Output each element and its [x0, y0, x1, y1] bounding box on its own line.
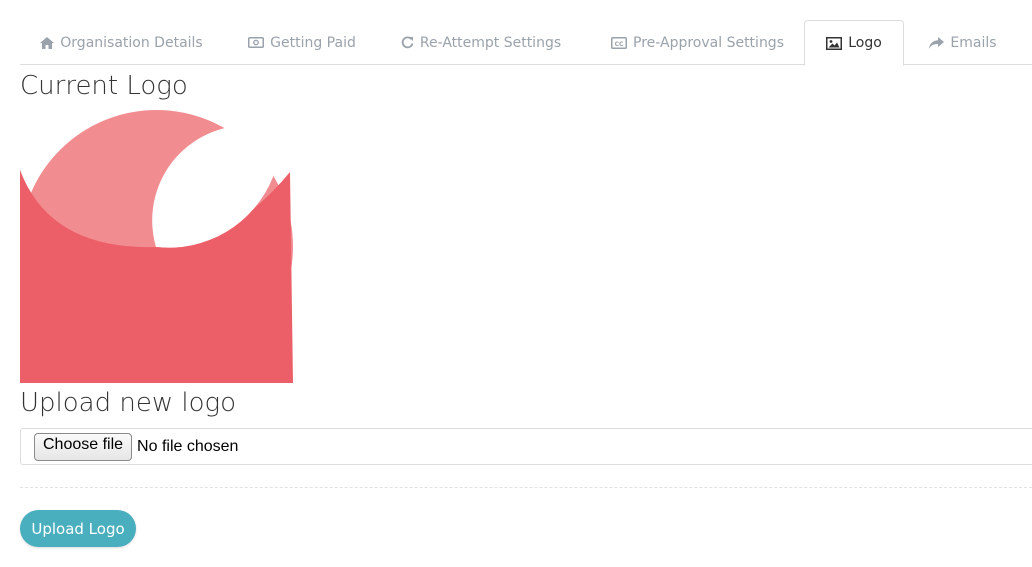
- tab-re-attempt-settings[interactable]: Re-Attempt Settings: [381, 20, 581, 65]
- tab-label: Logo: [848, 35, 882, 51]
- share-icon: [929, 36, 945, 49]
- credit-card-icon: CC: [611, 36, 627, 49]
- file-status-text: No file chosen: [137, 437, 239, 455]
- tab-emails[interactable]: Emails: [914, 20, 1012, 65]
- tab-pre-approval-settings[interactable]: CC Pre-Approval Settings: [591, 20, 804, 65]
- image-icon: [826, 36, 843, 50]
- file-input[interactable]: Choose file No file chosen: [20, 428, 1032, 465]
- upload-logo-button[interactable]: Upload Logo: [20, 510, 136, 547]
- tab-label: Getting Paid: [270, 34, 356, 51]
- tab-label: Pre-Approval Settings: [633, 34, 784, 51]
- choose-file-button[interactable]: Choose file: [34, 432, 133, 461]
- form-divider: [20, 487, 1032, 488]
- tab-logo[interactable]: Logo: [804, 20, 904, 66]
- svg-text:CC: CC: [615, 40, 624, 47]
- upload-new-logo-heading: Upload new logo: [20, 388, 237, 418]
- current-logo-image: [20, 110, 293, 383]
- home-icon: [40, 36, 55, 49]
- settings-tabs: Organisation Details Getting Paid Re-Att…: [20, 20, 1032, 66]
- refresh-icon: [401, 36, 414, 49]
- tab-getting-paid[interactable]: Getting Paid: [233, 20, 371, 65]
- logo-settings-page: Organisation Details Getting Paid Re-Att…: [0, 0, 1032, 567]
- tab-organisation-details[interactable]: Organisation Details: [20, 20, 223, 65]
- money-icon: [248, 37, 265, 48]
- current-logo-heading: Current Logo: [20, 71, 188, 101]
- tab-label: Re-Attempt Settings: [419, 34, 562, 51]
- tab-label: Organisation Details: [60, 34, 203, 51]
- tab-label: Emails: [950, 34, 997, 51]
